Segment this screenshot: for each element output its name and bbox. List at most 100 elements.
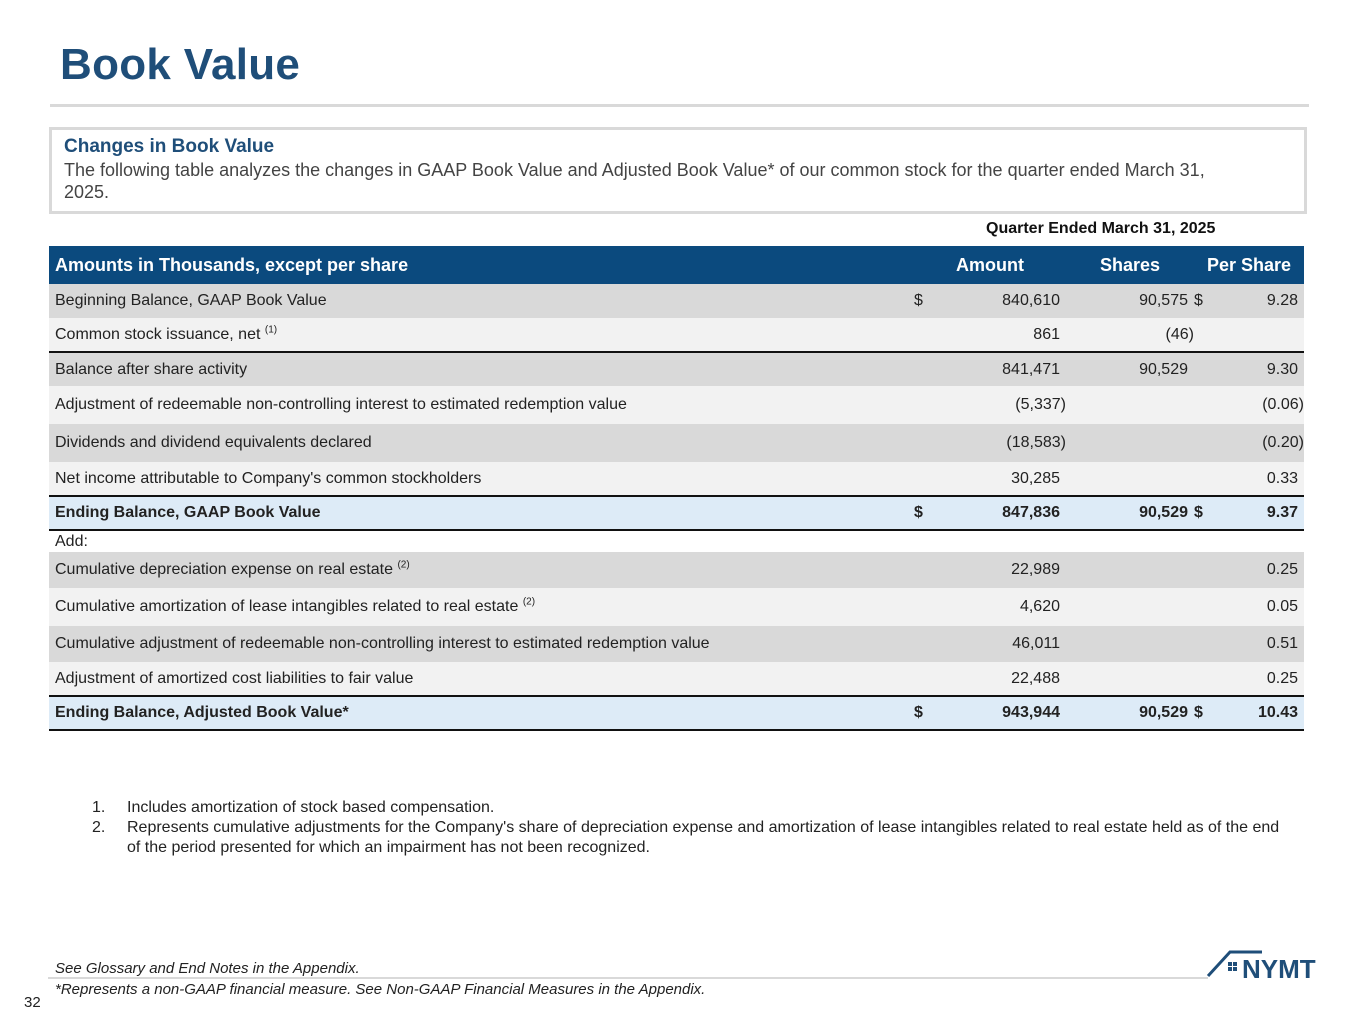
- amount-cell: (5,337): [940, 386, 1066, 424]
- non-gaap-note: *Represents a non-GAAP financial measure…: [55, 981, 706, 998]
- table-header-row: Amounts in Thousands, except per share A…: [49, 246, 1304, 284]
- per-share-currency: [1194, 588, 1220, 626]
- shares-cell-text: 90,575: [1139, 292, 1188, 309]
- amount-cell: [940, 530, 1066, 552]
- period-header: Quarter Ended March 31, 2025: [986, 220, 1216, 237]
- per-share-currency: [1194, 386, 1220, 424]
- per-share-currency-text: $: [1194, 504, 1203, 521]
- amount-cell: 943,944: [940, 696, 1066, 731]
- logo-text: NYMT: [1242, 954, 1316, 982]
- page-title: Book Value: [60, 40, 301, 89]
- shares-cell: [1066, 462, 1194, 497]
- footnotes: 1. Includes amortization of stock based …: [92, 798, 1292, 858]
- header-amount: Amount: [914, 246, 1066, 284]
- amount-cell: 46,011: [940, 626, 1066, 662]
- per-share-cell: 0.05: [1220, 588, 1304, 626]
- shares-cell: [1066, 552, 1194, 588]
- row-label: Ending Balance, Adjusted Book Value*: [49, 696, 914, 731]
- per-share-cell-text: (0.20): [1262, 434, 1304, 451]
- row-label-text: Net income attributable to Company's com…: [55, 469, 482, 487]
- amount-cell: 861: [940, 318, 1066, 353]
- per-share-cell: 9.28: [1220, 284, 1304, 318]
- amount-currency: [914, 662, 940, 697]
- amount-currency: [914, 552, 940, 588]
- amount-cell: 4,620: [940, 588, 1066, 626]
- per-share-currency: [1194, 318, 1220, 353]
- amount-currency: [914, 352, 940, 386]
- table-row: Balance after share activity 841,471 90,52…: [49, 352, 1304, 386]
- row-label: Ending Balance, GAAP Book Value: [49, 496, 914, 531]
- per-share-cell-text: (0.06): [1262, 396, 1304, 413]
- shares-cell-text: 90,529: [1139, 360, 1188, 378]
- table-row: Ending Balance, GAAP Book Value $847,836 9…: [49, 496, 1304, 531]
- amount-currency: [914, 626, 940, 662]
- shares-cell-text: 90,529: [1139, 704, 1188, 721]
- nymt-logo: NYMT: [1206, 948, 1346, 984]
- per-share-currency: [1194, 662, 1220, 697]
- row-label-text: Ending Balance, Adjusted Book Value*: [55, 704, 349, 721]
- row-label: Common stock issuance, net (1): [49, 318, 914, 353]
- header-label: Amounts in Thousands, except per share: [49, 246, 914, 284]
- shares-cell: (46): [1066, 318, 1194, 353]
- per-share-currency: $: [1194, 284, 1220, 318]
- per-share-currency: [1194, 530, 1220, 552]
- amount-currency: $: [914, 696, 940, 731]
- per-share-currency: $: [1194, 696, 1220, 731]
- row-label-text: Beginning Balance, GAAP Book Value: [55, 292, 327, 309]
- per-share-cell: 9.37: [1220, 496, 1304, 531]
- per-share-cell: [1220, 530, 1304, 552]
- row-label: Dividends and dividend equivalents decla…: [49, 424, 914, 462]
- row-label: Balance after share activity: [49, 352, 914, 386]
- amount-cell: 840,610: [940, 284, 1066, 318]
- row-label-text: Ending Balance, GAAP Book Value: [55, 504, 321, 521]
- amount-cell-text: 22,488: [1011, 669, 1060, 687]
- per-share-cell-text: 9.37: [1266, 504, 1298, 521]
- row-label-text: Cumulative amortization of lease intangi…: [55, 598, 519, 615]
- amount-cell-text: 847,836: [1002, 504, 1060, 521]
- row-label: Adjustment of redeemable non-controlling…: [49, 386, 914, 424]
- table-row: Add:: [49, 530, 1304, 552]
- per-share-currency: [1194, 424, 1220, 462]
- book-value-table: Amounts in Thousands, except per share A…: [49, 246, 1304, 731]
- amount-cell-text: 861: [1033, 325, 1060, 343]
- per-share-cell-text: 0.25: [1266, 561, 1298, 578]
- per-share-cell-text: 0.05: [1266, 598, 1298, 615]
- amount-cell: (18,583): [940, 424, 1066, 462]
- row-label: Cumulative amortization of lease intangi…: [49, 588, 914, 626]
- per-share-cell-text: 9.30: [1266, 360, 1298, 378]
- footnote-2: 2. Represents cumulative adjustments for…: [92, 818, 1292, 858]
- footnote-text: Represents cumulative adjustments for th…: [127, 819, 1280, 856]
- footer-divider: [48, 977, 1208, 979]
- amount-cell: 841,471: [940, 352, 1066, 386]
- shares-cell: [1066, 626, 1194, 662]
- row-label: Net income attributable to Company's com…: [49, 462, 914, 497]
- amount-cell-text: 46,011: [1012, 635, 1060, 652]
- table-row: Net income attributable to Company's com…: [49, 462, 1304, 497]
- per-share-currency: [1194, 352, 1220, 386]
- shares-cell: [1066, 530, 1194, 552]
- row-label: Adjustment of amortized cost liabilities…: [49, 662, 914, 697]
- shares-cell: 90,529: [1066, 352, 1194, 386]
- footnote-text: Includes amortization of stock based com…: [127, 799, 495, 816]
- amount-cell-text: 30,285: [1011, 469, 1060, 487]
- table-row: Beginning Balance, GAAP Book Value $840,6…: [49, 284, 1304, 318]
- row-label-text: Adjustment of redeemable non-controlling…: [55, 396, 627, 413]
- row-label-text: Cumulative depreciation expense on real …: [55, 561, 393, 578]
- row-label-text: Adjustment of amortized cost liabilities…: [55, 669, 414, 687]
- shares-cell: 90,529: [1066, 696, 1194, 731]
- shares-cell: [1066, 588, 1194, 626]
- table-row: Cumulative depreciation expense on real …: [49, 552, 1304, 588]
- per-share-cell: (0.06): [1220, 386, 1304, 424]
- glossary-note: See Glossary and End Notes in the Append…: [55, 960, 360, 977]
- table-row: Dividends and dividend equivalents decla…: [49, 424, 1304, 462]
- amount-cell: 30,285: [940, 462, 1066, 497]
- row-label-text: Cumulative adjustment of redeemable non-…: [55, 635, 710, 652]
- intro-heading: Changes in Book Value: [64, 136, 275, 157]
- row-label: Beginning Balance, GAAP Book Value: [49, 284, 914, 318]
- shares-cell: [1066, 662, 1194, 697]
- per-share-cell-text: 10.43: [1257, 704, 1298, 721]
- per-share-currency: [1194, 552, 1220, 588]
- amount-currency: $: [914, 284, 940, 318]
- amount-currency: [914, 318, 940, 353]
- row-label-text: Add:: [55, 532, 88, 550]
